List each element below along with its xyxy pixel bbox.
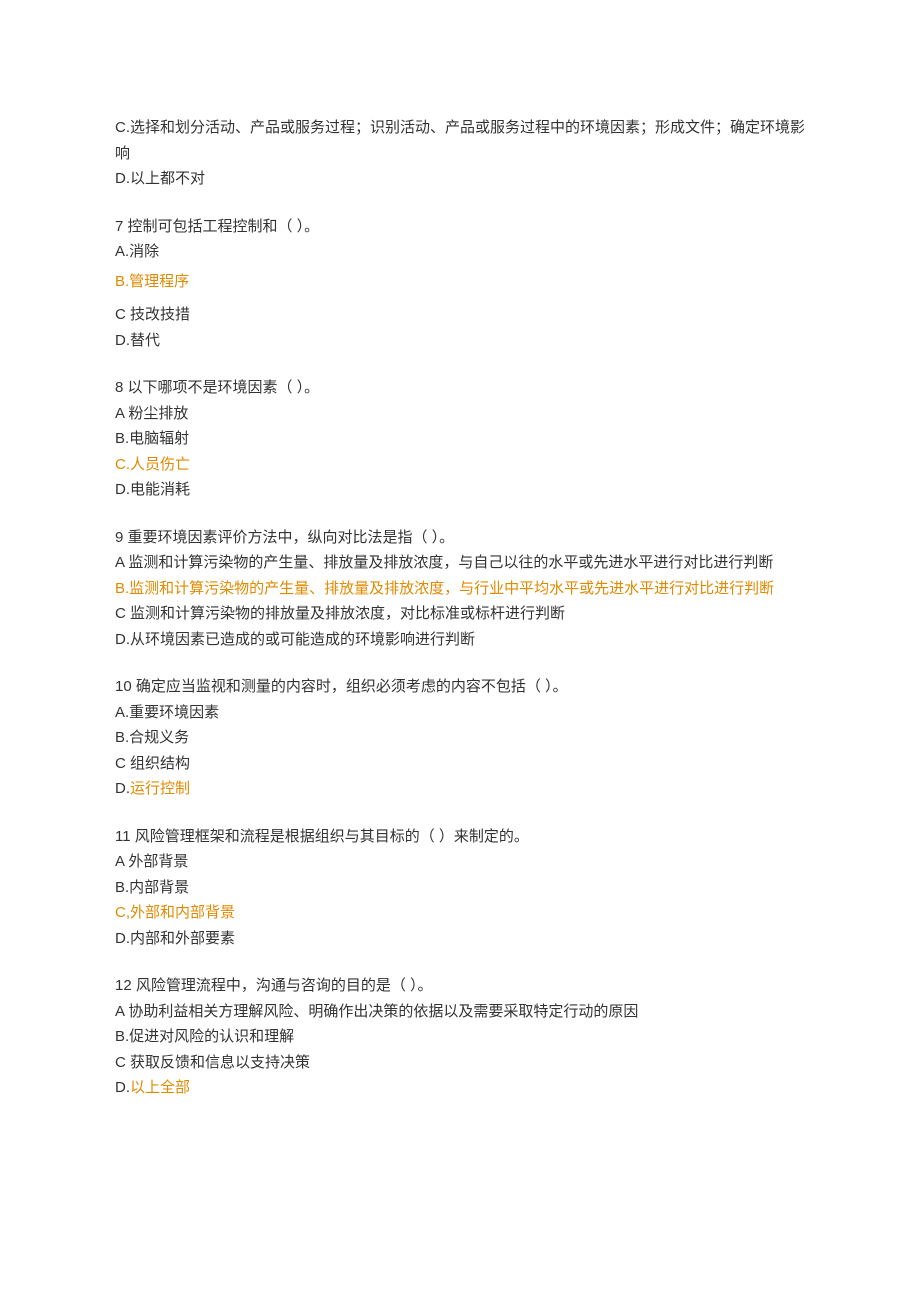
question-stem: 9 重要环境因素评价方法中，纵向对比法是指（ ）。 xyxy=(115,525,805,551)
question-stem: 12 风险管理流程中，沟通与咨询的目的是（ ）。 xyxy=(115,973,805,999)
option-d: D.运行控制 xyxy=(115,776,805,802)
option-d: D.以上都不对 xyxy=(115,166,805,192)
option-a: A.重要环境因素 xyxy=(115,700,805,726)
option-d-text: 运行控制 xyxy=(130,780,190,797)
option-d-prefix: D. xyxy=(115,780,130,797)
document-page: C.选择和划分活动、产品或服务过程；识别活动、产品或服务过程中的环境因素；形成文… xyxy=(0,0,920,1301)
option-c: C 获取反馈和信息以支持决策 xyxy=(115,1050,805,1076)
option-b: B.合规义务 xyxy=(115,725,805,751)
option-b: B.管理程序 xyxy=(115,269,805,295)
option-c: C 组织结构 xyxy=(115,751,805,777)
option-d-prefix: D. xyxy=(115,1079,130,1096)
option-c: C,外部和内部背景 xyxy=(115,900,805,926)
question-10: 10 确定应当监视和测量的内容时，组织必须考虑的内容不包括（ ）。 A.重要环境… xyxy=(115,674,805,802)
option-d: D.电能消耗 xyxy=(115,477,805,503)
option-a: A.消除 xyxy=(115,239,805,265)
question-stem: 10 确定应当监视和测量的内容时，组织必须考虑的内容不包括（ ）。 xyxy=(115,674,805,700)
question-9: 9 重要环境因素评价方法中，纵向对比法是指（ ）。 A 监测和计算污染物的产生量… xyxy=(115,525,805,653)
option-a: A 监测和计算污染物的产生量、排放量及排放浓度，与自己以往的水平或先进水平进行对… xyxy=(115,550,805,576)
option-d-text: 以上全部 xyxy=(130,1079,190,1096)
question-stem: 8 以下哪项不是环境因素（ ）。 xyxy=(115,375,805,401)
option-c: C 技改技措 xyxy=(115,302,805,328)
option-d: D.替代 xyxy=(115,328,805,354)
option-b: B.监测和计算污染物的产生量、排放量及排放浓度，与行业中平均水平或先进水平进行对… xyxy=(115,576,805,602)
option-b: B.电脑辐射 xyxy=(115,426,805,452)
option-a: A 协助利益相关方理解风险、明确作出决策的依据以及需要采取特定行动的原因 xyxy=(115,999,805,1025)
option-b: B.内部背景 xyxy=(115,875,805,901)
option-a: A 外部背景 xyxy=(115,849,805,875)
question-stem: 7 控制可包括工程控制和（ ）。 xyxy=(115,214,805,240)
option-d: D.从环境因素已造成的或可能造成的环境影响进行判断 xyxy=(115,627,805,653)
option-d: D.以上全部 xyxy=(115,1075,805,1101)
option-b: B.促进对风险的认识和理解 xyxy=(115,1024,805,1050)
question-8: 8 以下哪项不是环境因素（ ）。 A 粉尘排放 B.电脑辐射 C.人员伤亡 D.… xyxy=(115,375,805,503)
question-stem: 11 风险管理框架和流程是根据组织与其目标的（ ）来制定的。 xyxy=(115,824,805,850)
option-c: C.选择和划分活动、产品或服务过程；识别活动、产品或服务过程中的环境因素；形成文… xyxy=(115,115,805,166)
option-c-prefix: C, xyxy=(115,904,130,921)
option-c-text: 外部和内部背景 xyxy=(130,904,235,921)
question-12: 12 风险管理流程中，沟通与咨询的目的是（ ）。 A 协助利益相关方理解风险、明… xyxy=(115,973,805,1101)
option-c: C 监测和计算污染物的排放量及排放浓度，对比标准或标杆进行判断 xyxy=(115,601,805,627)
question-7: 7 控制可包括工程控制和（ ）。 A.消除 B.管理程序 C 技改技措 D.替代 xyxy=(115,214,805,354)
option-a: A 粉尘排放 xyxy=(115,401,805,427)
option-c: C.人员伤亡 xyxy=(115,452,805,478)
question-6-partial: C.选择和划分活动、产品或服务过程；识别活动、产品或服务过程中的环境因素；形成文… xyxy=(115,115,805,192)
option-d: D.内部和外部要素 xyxy=(115,926,805,952)
question-11: 11 风险管理框架和流程是根据组织与其目标的（ ）来制定的。 A 外部背景 B.… xyxy=(115,824,805,952)
